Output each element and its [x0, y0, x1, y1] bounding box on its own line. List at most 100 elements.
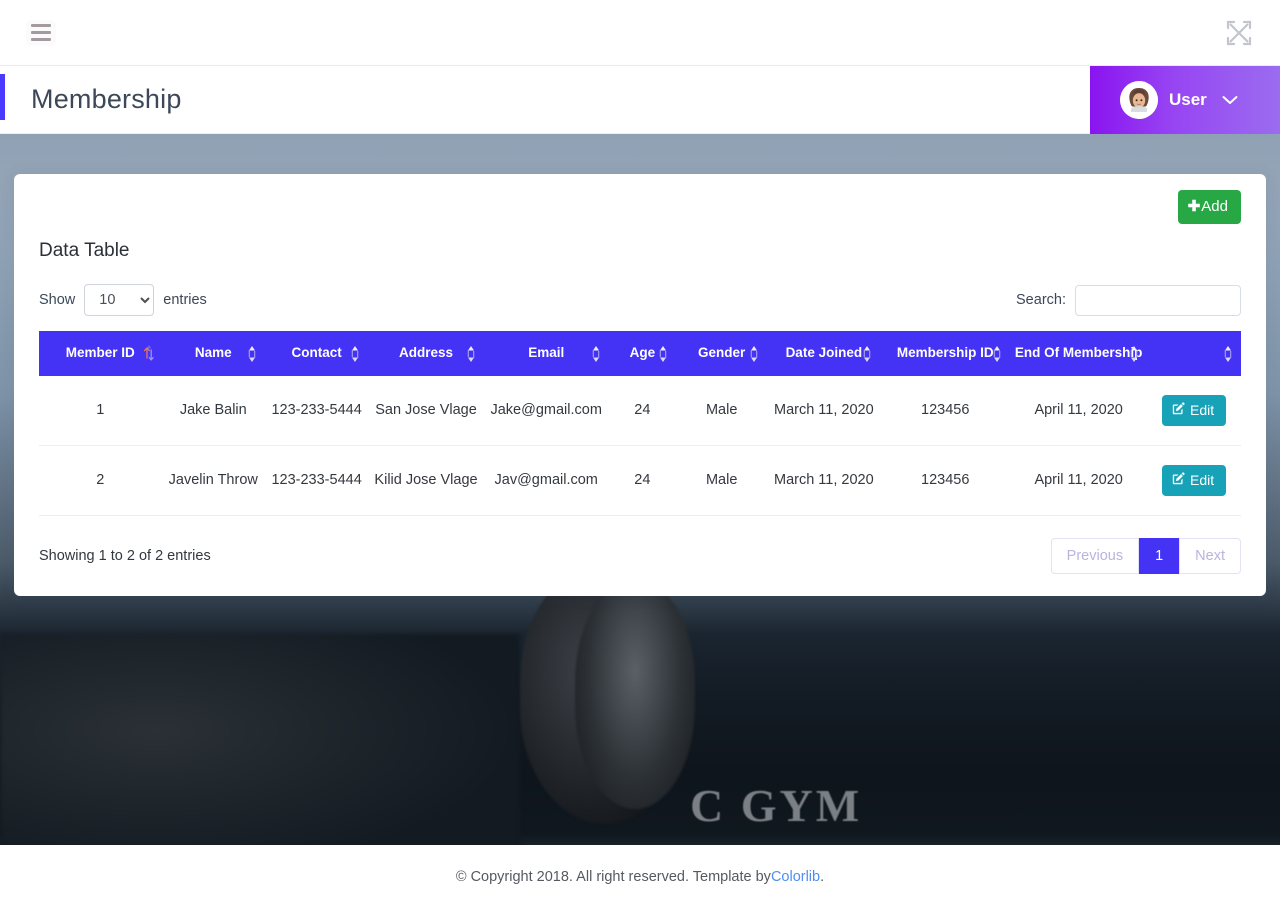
cell-end-of-membership: April 11, 2020	[1010, 376, 1147, 446]
hamburger-bar	[31, 31, 51, 34]
title-accent-bar	[0, 74, 5, 120]
col-header-end-of-membership[interactable]: End Of Membership	[1010, 331, 1147, 376]
col-label: Date Joined	[786, 345, 863, 360]
col-header-address[interactable]: Address	[368, 331, 483, 376]
col-label: End Of Membership	[1015, 345, 1143, 360]
pagination-next[interactable]: Next	[1179, 538, 1241, 574]
cell-actions: Edit	[1147, 446, 1241, 516]
entries-label: entries	[163, 292, 207, 308]
col-label: Member ID	[66, 345, 135, 360]
sort-icon	[748, 344, 760, 364]
sort-icon	[1128, 344, 1140, 364]
copyright-text: © Copyright 2018. All right reserved. Te…	[456, 869, 771, 885]
cell-membership-id: 123456	[880, 446, 1010, 516]
page-footer: © Copyright 2018. All right reserved. Te…	[0, 845, 1280, 908]
table-body: 1 Jake Balin 123-233-5444 San Jose Vlage…	[39, 376, 1241, 516]
table-head: Member ID Name	[39, 331, 1241, 376]
cell-address: Kilid Jose Vlage	[368, 446, 483, 516]
col-header-email[interactable]: Email	[484, 331, 609, 376]
chevron-down-icon	[1222, 92, 1238, 109]
cell-email: Jav@gmail.com	[484, 446, 609, 516]
cell-age: 24	[609, 376, 676, 446]
page-length-control: Show 102550100 entries	[39, 284, 207, 316]
photo-shadow-mass	[0, 634, 520, 845]
add-button-row: ✚ Add	[39, 190, 1241, 224]
pagination: Previous 1 Next	[1051, 538, 1241, 574]
col-header-contact[interactable]: Contact	[265, 331, 368, 376]
sort-icon	[991, 344, 1003, 364]
sort-icon	[1222, 344, 1234, 364]
card-heading: Data Table	[39, 240, 1241, 262]
sort-icon	[246, 344, 258, 364]
sort-icon	[349, 344, 361, 364]
cell-contact: 123-233-5444	[265, 376, 368, 446]
pencil-square-icon	[1172, 472, 1185, 488]
col-header-name[interactable]: Name	[162, 331, 265, 376]
add-button-label: Add	[1201, 198, 1228, 215]
page-title-bar: Membership User	[0, 66, 1280, 134]
col-label: Age	[630, 345, 656, 360]
data-table-card: ✚ Add Data Table Show 102550100 entries …	[14, 174, 1266, 596]
colorlib-link[interactable]: Colorlib	[771, 869, 820, 885]
cell-gender: Male	[676, 446, 767, 516]
user-avatar-icon	[1120, 81, 1158, 119]
sort-icon-active	[143, 344, 155, 364]
cell-email: Jake@gmail.com	[484, 376, 609, 446]
top-bar	[0, 0, 1280, 66]
plus-icon: ✚	[1188, 199, 1201, 214]
col-label: Email	[528, 345, 564, 360]
edit-button[interactable]: Edit	[1162, 395, 1226, 426]
col-label: Gender	[698, 345, 745, 360]
pagination-previous[interactable]: Previous	[1051, 538, 1139, 574]
page-length-select[interactable]: 102550100	[84, 284, 154, 316]
sort-icon	[861, 344, 873, 364]
user-name-label: User	[1169, 90, 1207, 110]
cell-age: 24	[609, 446, 676, 516]
show-label: Show	[39, 292, 75, 308]
add-button[interactable]: ✚ Add	[1178, 190, 1241, 224]
col-header-membership-id[interactable]: Membership ID	[880, 331, 1010, 376]
search-control: Search:	[1016, 285, 1241, 316]
copyright-suffix: .	[820, 869, 824, 885]
search-label: Search:	[1016, 292, 1066, 308]
col-header-gender[interactable]: Gender	[676, 331, 767, 376]
col-header-member-id[interactable]: Member ID	[39, 331, 162, 376]
hamburger-bar	[31, 24, 51, 27]
members-table: Member ID Name	[39, 331, 1241, 516]
cell-gender: Male	[676, 376, 767, 446]
table-controls: Show 102550100 entries Search:	[39, 284, 1241, 316]
cell-name: Javelin Throw	[162, 446, 265, 516]
edit-button[interactable]: Edit	[1162, 465, 1226, 496]
table-row: 2 Javelin Throw 123-233-5444 Kilid Jose …	[39, 446, 1241, 516]
col-label: Contact	[292, 345, 342, 360]
cell-address: San Jose Vlage	[368, 376, 483, 446]
search-input[interactable]	[1075, 285, 1241, 316]
col-label: Name	[195, 345, 232, 360]
table-info: Showing 1 to 2 of 2 entries	[39, 548, 211, 564]
user-menu[interactable]: User	[1090, 66, 1280, 134]
col-header-age[interactable]: Age	[609, 331, 676, 376]
pagination-page-1[interactable]: 1	[1139, 538, 1179, 574]
table-footer: Showing 1 to 2 of 2 entries Previous 1 N…	[39, 538, 1241, 574]
cell-actions: Edit	[1147, 376, 1241, 446]
page-title: Membership	[31, 84, 182, 115]
cell-member-id: 1	[39, 376, 162, 446]
hamburger-bar	[31, 38, 51, 41]
sort-icon	[465, 344, 477, 364]
edit-button-label: Edit	[1190, 402, 1214, 418]
fullscreen-expand-icon[interactable]	[1222, 16, 1256, 50]
hamburger-menu-icon[interactable]	[26, 20, 56, 46]
col-header-actions[interactable]	[1147, 331, 1241, 376]
photo-wheel-inner	[575, 579, 695, 809]
pencil-square-icon	[1172, 402, 1185, 418]
table-row: 1 Jake Balin 123-233-5444 San Jose Vlage…	[39, 376, 1241, 446]
col-header-date-joined[interactable]: Date Joined	[767, 331, 880, 376]
sort-icon	[590, 344, 602, 364]
col-label: Address	[399, 345, 453, 360]
table-header-row: Member ID Name	[39, 331, 1241, 376]
edit-button-label: Edit	[1190, 472, 1214, 488]
cell-date-joined: March 11, 2020	[767, 446, 880, 516]
cell-membership-id: 123456	[880, 376, 1010, 446]
col-label: Membership ID	[897, 345, 994, 360]
cell-end-of-membership: April 11, 2020	[1010, 446, 1147, 516]
